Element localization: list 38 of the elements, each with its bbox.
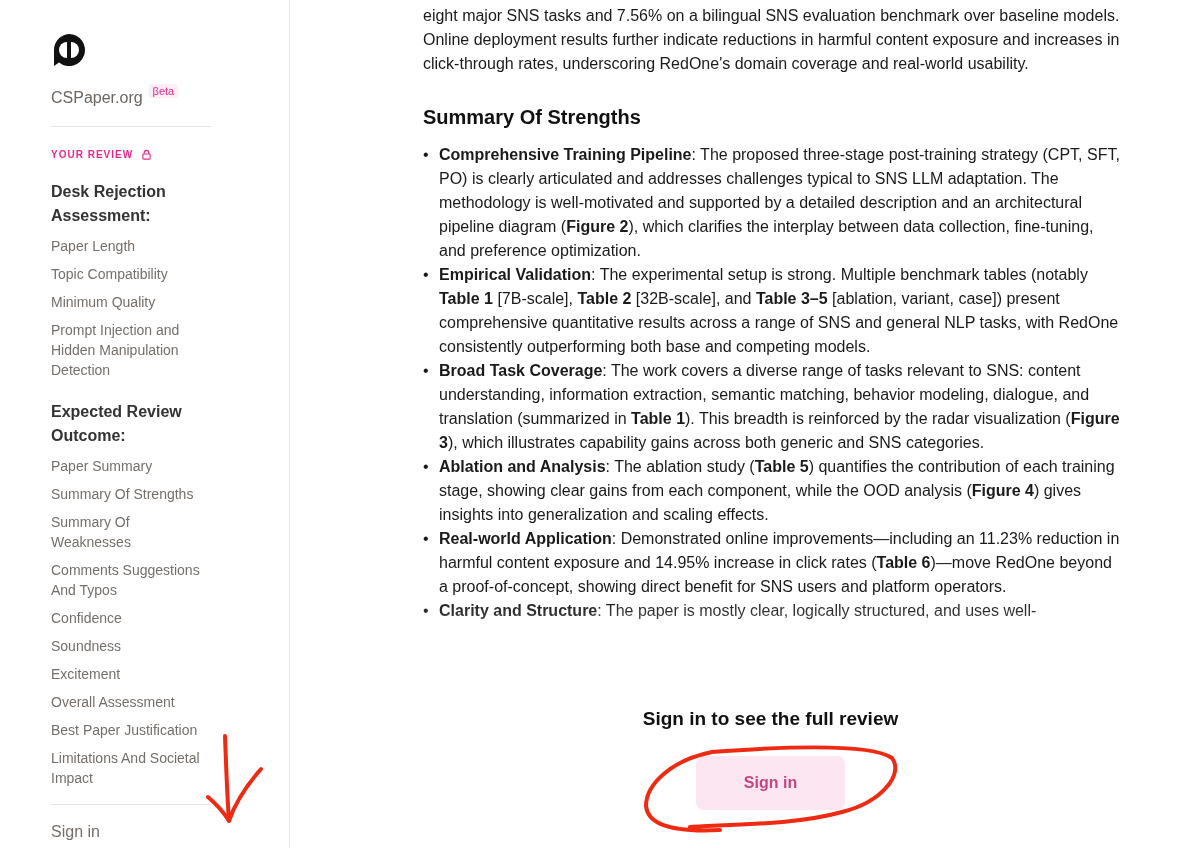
- bullet-mark: •: [423, 529, 430, 549]
- beta-badge: βeta: [148, 84, 179, 98]
- brand-name: CSPaper.org: [51, 88, 143, 108]
- nav-link[interactable]: Soundness: [51, 636, 211, 656]
- nav-heading: Desk Rejection Assessment:: [51, 182, 167, 226]
- gate-title: Sign in to see the full review: [642, 708, 899, 730]
- bullet-mark: •: [423, 265, 430, 285]
- nav-heading: Expected Review Outcome:: [51, 402, 183, 446]
- nav-link[interactable]: Excitement: [51, 664, 211, 684]
- nav-link[interactable]: Minimum Quality: [51, 292, 211, 312]
- strength-item: Empirical Validation: The experimental setup is strong. Multiple benchmark tables (notably Table 1 [7B-scale], Table 2 [32B-scale], and Table 3–5 [ablation, variant, case]) present comprehensive quantitative results across a range of SNS and general NLP tasks, with RedOne consistently outperforming both base and competing models.: [439, 265, 1120, 357]
- logo-icon: [51, 32, 87, 68]
- nav-link[interactable]: Best Paper Justification: [51, 720, 211, 740]
- nav-link[interactable]: Prompt Injection and Hidden Manipulation Detection: [51, 320, 211, 380]
- bullet-mark: •: [423, 601, 430, 621]
- strength-item: Real-world Application: Demonstrated online improvements—including an 11.23% reduction in harmful content exposure and 14.95% increase in click rates (Table 6)—move RedOne beyond a proof-of-concept, showing direct benefit for SNS users and platform operators.: [439, 529, 1121, 597]
- section-heading: Summary Of Strengths: [423, 106, 642, 129]
- bullet-mark: •: [423, 457, 430, 477]
- nav-link[interactable]: Comments Suggestions And Typos: [51, 560, 211, 600]
- strength-item: Broad Task Coverage: The work covers a diverse range of tasks relevant to SNS: content understanding, information extraction, semantic matching, behavior modeling, dialogue, and translation (summarized in Table 1). This breadth is reinforced by the radar visualization (Figure 3), which illustrates capability gains across both generic and SNS categories.: [439, 361, 1121, 453]
- nav-link[interactable]: Paper Length: [51, 236, 211, 256]
- nav-link[interactable]: Summary Of Weaknesses: [51, 512, 211, 552]
- nav-link[interactable]: Paper Summary: [51, 456, 211, 476]
- bullet-mark: •: [423, 361, 430, 381]
- strength-item: Clarity and Structure: The paper is mostly clear, logically structured, and uses well-: [439, 601, 1037, 621]
- strength-item: Ablation and Analysis: The ablation study (Table 5) quantifies the contribution of each training stage, showing clear gains from each component, while the OOD analysis (Figure 4) gives insights into generalization and scaling effects.: [439, 457, 1116, 525]
- bullet-mark: •: [423, 145, 430, 165]
- summary-paragraph: eight major SNS tasks and 7.56% on a bilingual SNS evaluation benchmark over baseline models. Online deployment results further indicate reductions in harmful content exposure and increases in click-through rates, underscoring RedOne's domain coverage and real-world usability.: [423, 6, 1121, 74]
- sign-in-link[interactable]: Sign in: [51, 823, 211, 841]
- nav-link[interactable]: Summary Of Strengths: [51, 484, 211, 504]
- strength-item: Comprehensive Training Pipeline: The proposed three-stage post-training strategy (CPT, SFT, PO) is clearly articulated and addresses challenges typical to SNS LLM adaptation. The methodology is well-motivated and supported by a detailed description and an architectural pipeline diagram (Figure 2), which clarifies the interplay between data collection, fine-tuning, and preference optimization.: [439, 145, 1121, 261]
- nav-link[interactable]: Topic Compatibility: [51, 264, 211, 284]
- nav-link[interactable]: Confidence: [51, 608, 211, 628]
- nav-link[interactable]: Limitations And Societal Impact: [51, 748, 211, 788]
- section-label: YOUR REVIEW: [51, 149, 134, 160]
- nav-link[interactable]: Overall Assessment: [51, 692, 211, 712]
- sign-in-button[interactable]: Sign in: [696, 756, 845, 810]
- lock-icon: [141, 149, 153, 160]
